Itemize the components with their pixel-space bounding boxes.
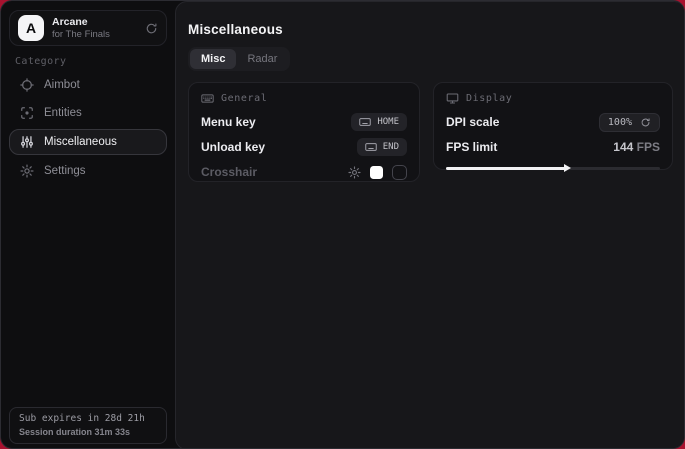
- tab-bar: Misc Radar: [188, 47, 290, 71]
- crosshair-checkbox[interactable]: [392, 165, 407, 180]
- main-panel: Miscellaneous Misc Radar General: [175, 1, 685, 449]
- crosshair-row: Crosshair: [201, 164, 407, 180]
- dpi-scale-control[interactable]: 100%: [599, 113, 660, 132]
- fps-limit-value: 144 FPS: [613, 140, 660, 154]
- crosshair-settings-gear-icon[interactable]: [348, 166, 361, 179]
- fps-limit-slider[interactable]: [446, 165, 660, 172]
- unload-key-value: END: [383, 142, 399, 152]
- sidebar-item-label: Miscellaneous: [44, 136, 117, 148]
- fps-number: 144: [613, 140, 633, 154]
- monitor-icon: [446, 92, 459, 105]
- unload-key-label: Unload key: [201, 140, 265, 154]
- menu-key-row: Menu key HOME: [201, 114, 407, 130]
- brand-logo: A: [18, 15, 44, 41]
- tab-radar[interactable]: Radar: [236, 49, 288, 69]
- fps-unit: FPS: [637, 140, 660, 154]
- brand-text: Arcane for The Finals: [52, 17, 145, 40]
- scan-icon: [20, 106, 34, 120]
- keyboard-icon: [359, 116, 371, 128]
- display-card-title: Display: [466, 93, 512, 104]
- unload-key-bind-button[interactable]: END: [357, 138, 407, 156]
- dpi-scale-label: DPI scale: [446, 115, 499, 129]
- category-label: Category: [15, 56, 66, 67]
- display-card: Display DPI scale 100%: [433, 82, 673, 170]
- refresh-icon[interactable]: [640, 117, 651, 128]
- sliders-icon: [20, 135, 34, 149]
- cards-row: General Menu key HOME Unload key: [188, 82, 673, 182]
- keyboard-icon: [201, 92, 214, 105]
- page-title: Miscellaneous: [188, 22, 283, 37]
- fps-slider-thumb[interactable]: [564, 164, 571, 172]
- crosshair-label: Crosshair: [201, 165, 257, 179]
- sub-expiry-text: Sub expires in 28d 21h: [19, 413, 157, 424]
- fps-limit-row: FPS limit 144 FPS: [446, 139, 660, 155]
- fps-slider-fill: [446, 167, 566, 170]
- sidebar-item-label: Aimbot: [44, 79, 80, 91]
- dpi-scale-value: 100%: [608, 117, 632, 128]
- subscription-status-card: Sub expires in 28d 21h Session duration …: [9, 407, 167, 444]
- crosshair-icon: [20, 78, 34, 92]
- sidebar-item-aimbot[interactable]: Aimbot: [9, 72, 167, 98]
- sidebar-item-miscellaneous[interactable]: Miscellaneous: [9, 129, 167, 155]
- unload-key-row: Unload key END: [201, 139, 407, 155]
- dpi-scale-row: DPI scale 100%: [446, 114, 660, 130]
- session-duration-text: Session duration 31m 33s: [19, 427, 157, 437]
- arcane-window: A Arcane for The Finals Category Aimbot: [0, 0, 685, 449]
- menu-key-label: Menu key: [201, 115, 256, 129]
- tab-misc[interactable]: Misc: [190, 49, 236, 69]
- sidebar-item-settings[interactable]: Settings: [9, 158, 167, 184]
- brand-subtitle: for The Finals: [52, 30, 145, 40]
- sidebar-item-label: Entities: [44, 107, 82, 119]
- sidebar: A Arcane for The Finals Category Aimbot: [1, 1, 175, 448]
- general-card: General Menu key HOME Unload key: [188, 82, 420, 182]
- gear-icon: [20, 164, 34, 178]
- menu-key-value: HOME: [377, 117, 399, 127]
- sync-icon[interactable]: [145, 22, 158, 35]
- sidebar-item-entities[interactable]: Entities: [9, 100, 167, 126]
- fps-limit-label: FPS limit: [446, 140, 497, 154]
- brand-title: Arcane: [52, 17, 145, 28]
- sidebar-item-label: Settings: [44, 165, 86, 177]
- general-card-title: General: [221, 93, 267, 104]
- menu-key-bind-button[interactable]: HOME: [351, 113, 407, 131]
- crosshair-color-swatch[interactable]: [370, 166, 383, 179]
- keyboard-icon: [365, 141, 377, 153]
- brand-card: A Arcane for The Finals: [9, 10, 167, 46]
